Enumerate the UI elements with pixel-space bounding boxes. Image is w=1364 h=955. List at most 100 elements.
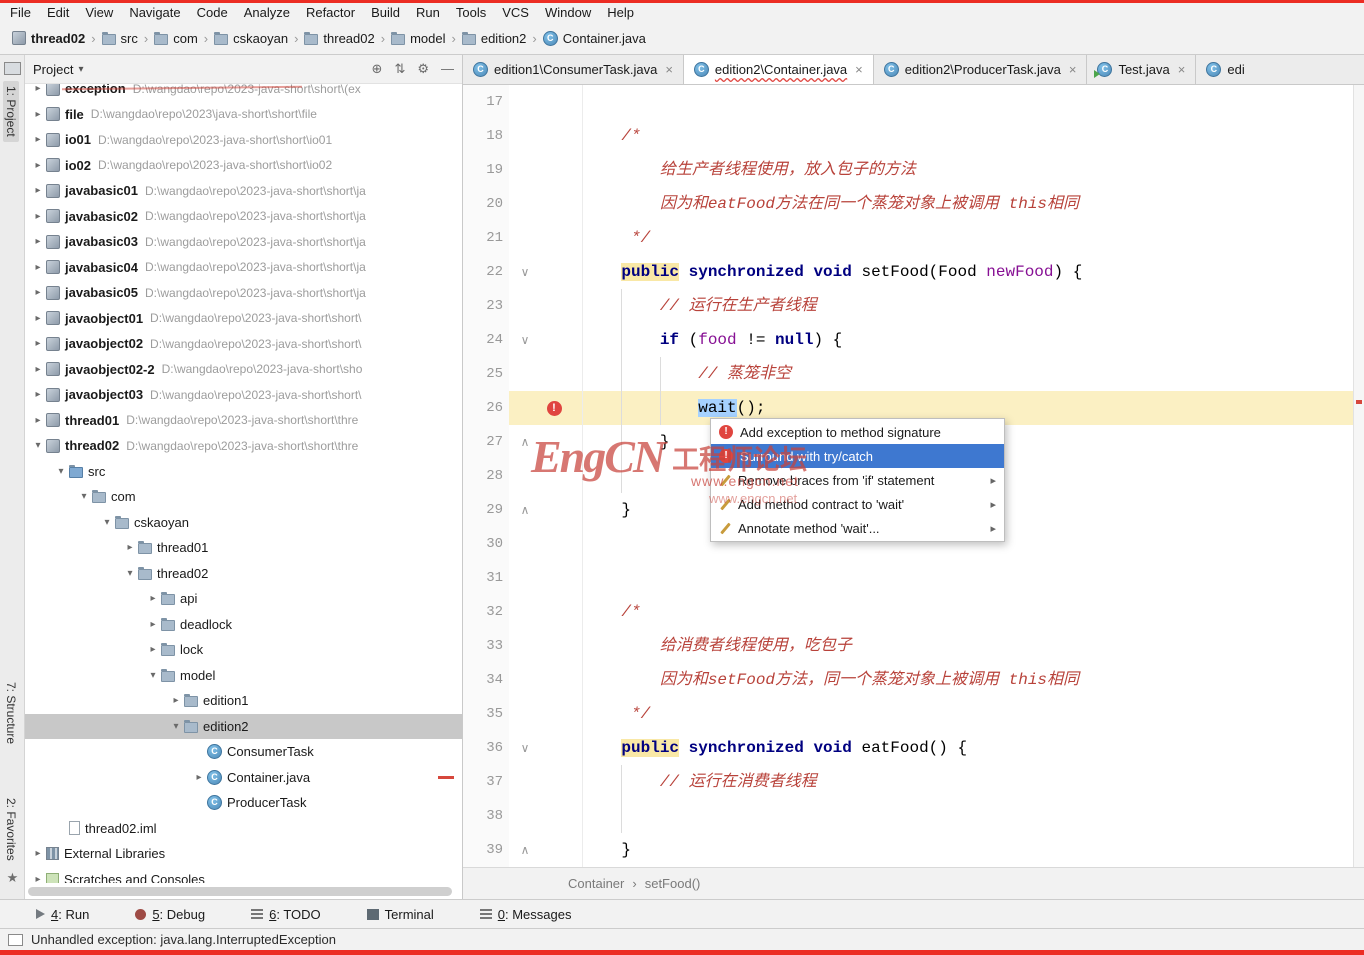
tree-item-scratches-and-consoles[interactable]: ▸Scratches and Consoles [25,867,462,884]
tree-collapse-arrow-icon[interactable]: ▾ [53,466,69,477]
tree-item-model[interactable]: ▾model [25,663,462,689]
tree-item-javaobject02[interactable]: ▸javaobject02D:\wangdao\repo\2023-java-s… [25,331,462,357]
tree-expand-arrow-icon[interactable]: ▸ [30,415,46,426]
intention-remove-braces-from-if-statement[interactable]: Remove braces from 'if' statement▸ [711,468,1004,492]
intention-surround-with-try-catch[interactable]: !Surround with try/catch [711,444,1004,468]
fold-end-icon[interactable]: ∧ [509,503,541,517]
breadcrumb-item-thread02[interactable]: thread02 [8,29,89,48]
tree-item-javabasic04[interactable]: ▸javabasic04D:\wangdao\repo\2023-java-sh… [25,255,462,281]
close-icon[interactable]: × [1178,62,1186,77]
editor-breadcrumb-setfood[interactable]: setFood() [645,876,701,891]
tree-item-thread02[interactable]: ▾thread02 [25,561,462,587]
breadcrumb-item-model[interactable]: model [387,29,449,48]
menu-item-build[interactable]: Build [363,5,408,20]
menu-item-run[interactable]: Run [408,5,448,20]
tool-window-project-button[interactable]: 1: Project [3,81,19,142]
intention-add-exception-to-method-signature[interactable]: !Add exception to method signature [711,420,1004,444]
hide-panel-icon[interactable]: — [441,61,454,77]
fold-start-icon[interactable]: ∨ [509,265,541,279]
code-line-33[interactable]: 33 给消费者线程使用，吃包子 [463,629,1364,663]
tab-edition1-consumertask-java[interactable]: Cedition1\ConsumerTask.java× [463,55,684,84]
tree-expand-arrow-icon[interactable]: ▸ [30,185,46,196]
close-icon[interactable]: × [1069,62,1077,77]
breadcrumb-item-com[interactable]: com [150,29,202,48]
tree-item-src[interactable]: ▾src [25,459,462,485]
toolwindow-button-terminal[interactable]: Terminal [367,907,434,922]
code-line-24[interactable]: 24∨ if (food != null) { [463,323,1364,357]
monitor-icon[interactable] [4,62,21,75]
tree-collapse-arrow-icon[interactable]: ▾ [168,721,184,732]
tree-collapse-arrow-icon[interactable]: ▾ [76,491,92,502]
tool-window-favorites-button[interactable]: 2: Favorites [3,793,19,866]
project-view-selector[interactable]: Project ▾ [33,62,84,77]
tree-expand-arrow-icon[interactable]: ▸ [30,262,46,273]
tree-item-producertask[interactable]: CProducerTask [25,790,462,816]
tree-item-javaobject02-2[interactable]: ▸javaobject02-2D:\wangdao\repo\2023-java… [25,357,462,383]
tree-expand-arrow-icon[interactable]: ▸ [30,211,46,222]
tab-edition2-container-java[interactable]: Cedition2\Container.java× [684,55,874,84]
fold-start-icon[interactable]: ∨ [509,741,541,755]
error-stripe-mark[interactable] [1356,400,1362,404]
tree-expand-arrow-icon[interactable]: ▸ [30,160,46,171]
tree-expand-arrow-icon[interactable]: ▸ [30,84,46,94]
project-horizontal-scrollbar[interactable] [28,887,452,896]
tree-expand-arrow-icon[interactable]: ▸ [145,619,161,630]
code-line-25[interactable]: 25 // 蒸笼非空 [463,357,1364,391]
code-line-32[interactable]: 32 /* [463,595,1364,629]
menu-item-analyze[interactable]: Analyze [236,5,298,20]
tree-collapse-arrow-icon[interactable]: ▾ [122,568,138,579]
tree-collapse-arrow-icon[interactable]: ▾ [145,670,161,681]
tool-window-structure-button[interactable]: 7: Structure [3,677,19,749]
tree-item-edition2[interactable]: ▾edition2 [25,714,462,740]
tree-expand-arrow-icon[interactable]: ▸ [30,874,46,883]
tree-item-io01[interactable]: ▸io01D:\wangdao\repo\2023-java-short\sho… [25,127,462,153]
code-editor[interactable]: 1718 /*19 给生产者线程使用，放入包子的方法20 因为和eatFood方… [463,85,1364,867]
tree-item-container-java[interactable]: ▸CContainer.java [25,765,462,791]
tree-item-api[interactable]: ▸api [25,586,462,612]
tree-item-io02[interactable]: ▸io02D:\wangdao\repo\2023-java-short\sho… [25,153,462,179]
tree-expand-arrow-icon[interactable]: ▸ [145,593,161,604]
tree-item-javaobject03[interactable]: ▸javaobject03D:\wangdao\repo\2023-java-s… [25,382,462,408]
menu-item-code[interactable]: Code [189,5,236,20]
menu-item-window[interactable]: Window [537,5,599,20]
breadcrumb-item-edition2[interactable]: edition2 [458,29,531,48]
menu-item-refactor[interactable]: Refactor [298,5,363,20]
toolwindow-button-messages[interactable]: 0: Messages [480,907,572,922]
favorites-star-icon[interactable]: ★ [0,870,25,886]
tree-item-thread01[interactable]: ▸thread01 [25,535,462,561]
menu-item-edit[interactable]: Edit [39,5,77,20]
tree-item-thread02-iml[interactable]: thread02.iml [25,816,462,842]
toolwindow-button-todo[interactable]: 6: TODO [251,907,321,922]
tree-expand-arrow-icon[interactable]: ▸ [30,287,46,298]
tree-expand-arrow-icon[interactable]: ▸ [30,313,46,324]
breadcrumb-item-src[interactable]: src [98,29,142,48]
tree-expand-arrow-icon[interactable]: ▸ [30,109,46,120]
menu-item-vcs[interactable]: VCS [494,5,537,20]
tree-collapse-arrow-icon[interactable]: ▾ [30,440,46,451]
tree-item-exception[interactable]: ▸exceptionD:\wangdao\repo\2023-java-shor… [25,84,462,102]
tree-item-file[interactable]: ▸fileD:\wangdao\repo\2023\java-short\sho… [25,102,462,128]
breadcrumb-item-cskaoyan[interactable]: cskaoyan [210,29,292,48]
tree-item-javabasic01[interactable]: ▸javabasic01D:\wangdao\repo\2023-java-sh… [25,178,462,204]
menu-item-view[interactable]: View [77,5,121,20]
code-line-39[interactable]: 39∧ } [463,833,1364,867]
code-line-21[interactable]: 21 */ [463,221,1364,255]
code-line-19[interactable]: 19 给生产者线程使用，放入包子的方法 [463,153,1364,187]
code-line-17[interactable]: 17 [463,85,1364,119]
tree-item-consumertask[interactable]: CConsumerTask [25,739,462,765]
tree-expand-arrow-icon[interactable]: ▸ [30,848,46,859]
tree-expand-arrow-icon[interactable]: ▸ [122,542,138,553]
code-line-35[interactable]: 35 */ [463,697,1364,731]
tree-expand-arrow-icon[interactable]: ▸ [168,695,184,706]
fold-start-icon[interactable]: ∨ [509,333,541,347]
toolwindow-button-debug[interactable]: 5: Debug [135,907,205,922]
tab-edition2-producertask-java[interactable]: Cedition2\ProducerTask.java× [874,55,1088,84]
status-window-icon[interactable] [8,934,23,946]
tree-expand-arrow-icon[interactable]: ▸ [30,134,46,145]
tree-item-lock[interactable]: ▸lock [25,637,462,663]
locate-icon[interactable]: ⊕ [372,61,383,77]
tree-expand-arrow-icon[interactable]: ▸ [30,236,46,247]
tree-item-javaobject01[interactable]: ▸javaobject01D:\wangdao\repo\2023-java-s… [25,306,462,332]
code-line-36[interactable]: 36∨ public synchronized void eatFood() { [463,731,1364,765]
tree-expand-arrow-icon[interactable]: ▸ [30,389,46,400]
